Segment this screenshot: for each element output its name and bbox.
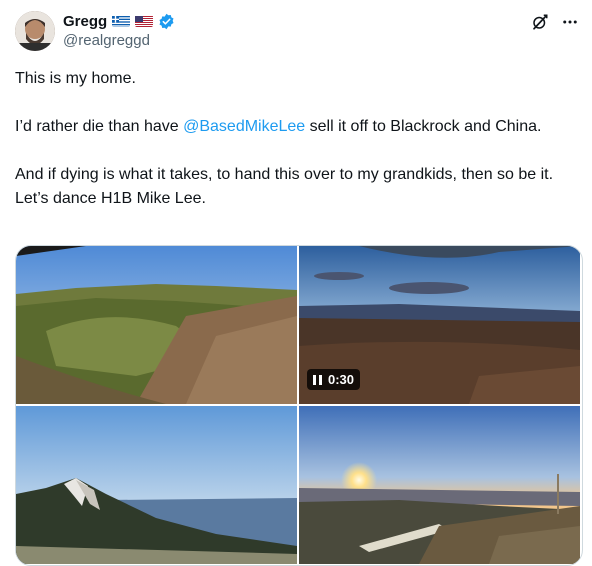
verified-badge-icon[interactable] [158, 13, 175, 30]
media-grid: 0:30 [15, 245, 583, 566]
video-duration-badge[interactable]: 0:30 [307, 369, 361, 390]
tweet-line-1: This is my home. [15, 70, 136, 87]
video-duration: 0:30 [328, 372, 355, 387]
avatar-image [15, 11, 55, 51]
tweet-text: This is my home. I’d rather die than hav… [15, 67, 575, 211]
sunset-video-thumbnail[interactable]: 0:30 [299, 246, 580, 404]
tweet-line-3: And if dying is what it takes, to hand t… [15, 166, 554, 207]
tweet-line-2-before: I’d rather die than have [15, 118, 184, 135]
tweet-line-2: I’d rather die than have @BasedMikeLee s… [15, 115, 575, 139]
sunrise-ridge-photo[interactable] [299, 406, 580, 564]
mountain-photo[interactable] [16, 406, 297, 564]
mention-link[interactable]: @BasedMikeLee [183, 118, 305, 135]
us-flag-icon [135, 15, 154, 27]
tweet-line-2-after: sell it off to Blackrock and China. [305, 118, 542, 135]
author-handle[interactable]: @realgreggd [63, 32, 150, 49]
pause-icon [313, 374, 322, 385]
author-name-row: Gregg [63, 11, 175, 31]
greek-flag-icon [112, 15, 131, 27]
author-name[interactable]: Gregg [63, 13, 107, 30]
avatar[interactable] [15, 11, 55, 51]
more-dots-icon[interactable] [560, 12, 580, 32]
grok-icon[interactable] [530, 12, 550, 32]
tweet-header-actions [530, 12, 580, 32]
canyon-landscape-photo[interactable] [16, 246, 297, 404]
